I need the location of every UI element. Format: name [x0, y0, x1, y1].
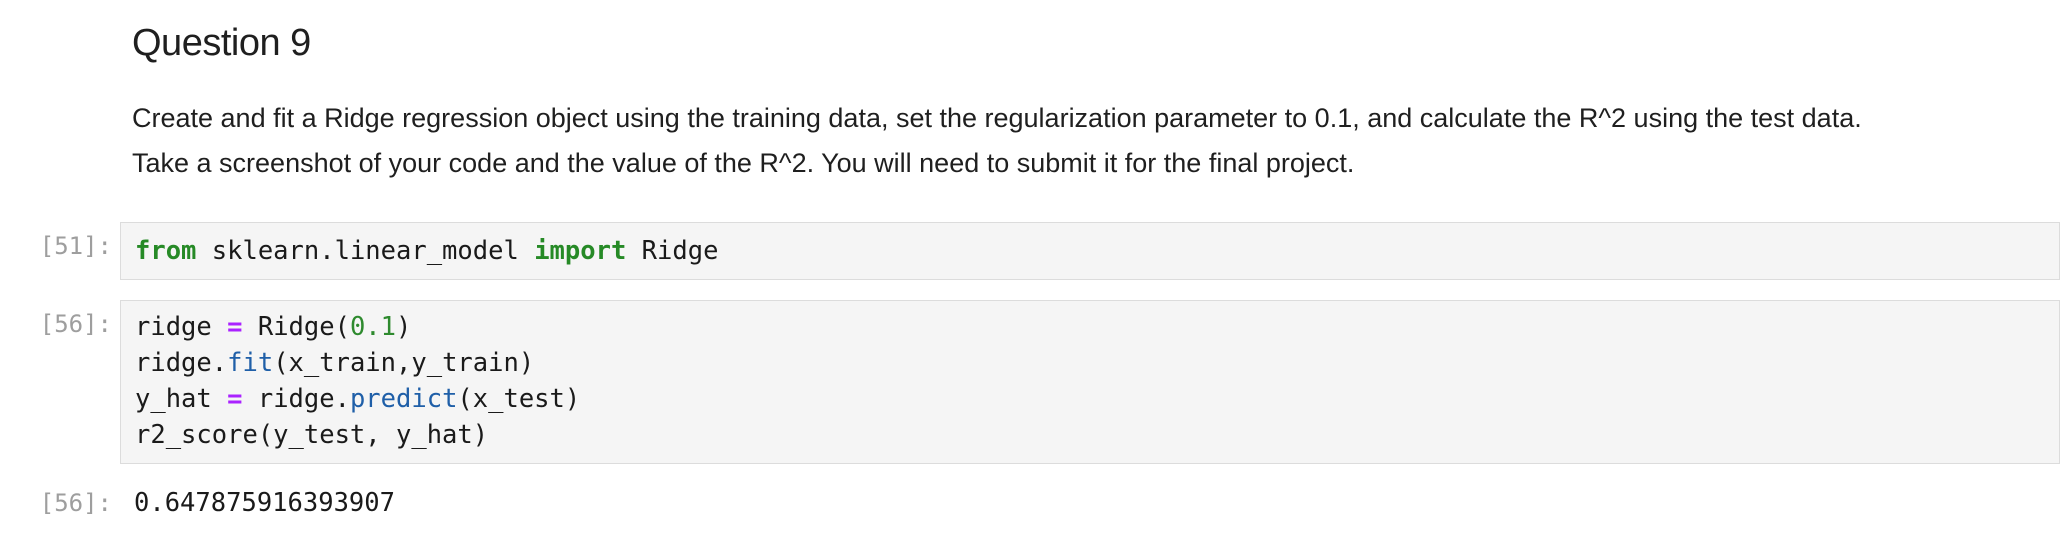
question-text-line-2: Take a screenshot of your code and the v…: [132, 148, 1355, 178]
code-line-1: ridge = Ridge(0.1): [135, 312, 411, 342]
code-token: ridge: [135, 312, 228, 342]
question-heading: Question 9: [132, 22, 311, 64]
code-line-4: r2_score(y_test, y_hat): [135, 420, 488, 450]
question-text-line-1: Create and fit a Ridge regression object…: [132, 103, 1862, 133]
code-token: (x_test): [457, 384, 581, 414]
function-token: fit: [227, 348, 274, 378]
keyword-from: from: [135, 236, 197, 266]
code-token: r2_score(y_test, y_hat): [135, 420, 489, 450]
code-cell-51[interactable]: from sklearn.linear_model import Ridge: [120, 222, 2060, 280]
input-prompt-51: [51]:: [39, 232, 112, 260]
input-prompt-56: [56]:: [39, 310, 112, 338]
code-token: ): [396, 312, 412, 342]
keyword-import: import: [534, 236, 627, 266]
operator-token: =: [227, 384, 243, 414]
code-token: ridge.: [135, 348, 228, 378]
code-token: y_hat: [135, 384, 228, 414]
code-cell-56[interactable]: ridge = Ridge(0.1) ridge.fit(x_train,y_t…: [120, 300, 2060, 464]
number-token: 0.1: [349, 312, 397, 342]
output-prompt-56: [56]:: [39, 489, 112, 517]
question-text: Create and fit a Ridge regression object…: [132, 96, 2032, 186]
code-token: ridge.: [242, 384, 350, 414]
code-block: ridge = Ridge(0.1) ridge.fit(x_train,y_t…: [135, 309, 580, 453]
operator-token: =: [227, 312, 243, 342]
code-token: Ridge(: [242, 312, 350, 342]
function-token: predict: [349, 384, 458, 414]
import-name: Ridge: [626, 236, 719, 266]
module-name: sklearn.linear_model: [196, 236, 535, 266]
code-line: from sklearn.linear_model import Ridge: [135, 233, 718, 269]
code-token: (x_train,y_train): [273, 348, 535, 378]
code-line-2: ridge.fit(x_train,y_train): [135, 348, 534, 378]
code-line-3: y_hat = ridge.predict(x_test): [135, 384, 580, 414]
cell-output: 0.647875916393907: [134, 488, 395, 518]
